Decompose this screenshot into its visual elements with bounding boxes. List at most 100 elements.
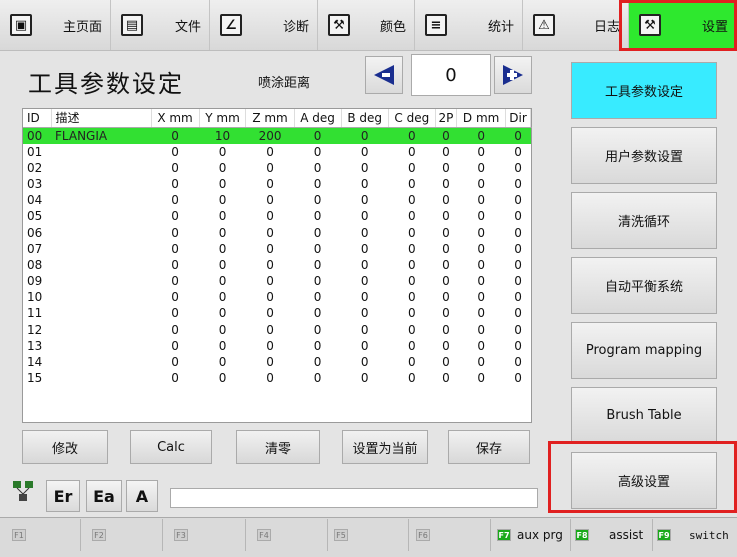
- table-cell: 0: [442, 290, 450, 305]
- table-cell: 0: [514, 290, 522, 305]
- table-cell: 0: [218, 371, 227, 386]
- table-cell: 0: [266, 257, 274, 272]
- fkey-f5[interactable]: F5: [334, 524, 348, 546]
- table-row[interactable]: 01 0 0 0 0 0 0 0 0 0: [23, 144, 531, 160]
- table-cell: 05: [27, 209, 43, 224]
- nav-stats[interactable]: ≡ 统计: [415, 0, 523, 50]
- table-cell: 0: [266, 306, 274, 321]
- table-cell: [51, 305, 151, 321]
- table-row[interactable]: 09 0 0 0 0 0 0 0 0 0: [23, 273, 531, 289]
- nav-color[interactable]: ⚒ 颜色: [318, 0, 415, 50]
- fkey-f8[interactable]: F8 assist: [575, 524, 643, 546]
- fkey-f4[interactable]: F4: [257, 524, 271, 546]
- table-cell: 08: [27, 257, 43, 272]
- table-cell: 0: [442, 193, 450, 208]
- table-cell: 0: [408, 160, 416, 175]
- stats-icon: ≡: [425, 14, 447, 36]
- side-wash-cycle[interactable]: 清洗循环: [571, 192, 717, 249]
- table-cell: 0: [360, 355, 369, 370]
- table-cell: 0: [266, 176, 274, 191]
- clear-button[interactable]: 清零: [236, 430, 320, 464]
- table-cell: 0: [266, 225, 274, 240]
- table-cell: [51, 370, 151, 386]
- table-cell: 0: [442, 144, 450, 159]
- calc-button[interactable]: Calc: [130, 430, 212, 464]
- fkey-f7[interactable]: F7 aux prg: [497, 524, 563, 546]
- table-row[interactable]: 13 0 0 0 0 0 0 0 0 0: [23, 338, 531, 354]
- command-input[interactable]: [170, 488, 538, 508]
- next-button[interactable]: [494, 56, 532, 94]
- side-program-mapping[interactable]: Program mapping: [571, 322, 717, 379]
- table-cell: 0: [442, 306, 450, 321]
- table-row[interactable]: 06 0 0 0 0 0 0 0 0 0: [23, 224, 531, 240]
- f5-key-icon: F5: [334, 529, 348, 541]
- table-cell: 0: [442, 225, 450, 240]
- side-tool-params[interactable]: 工具参数设定: [571, 62, 717, 119]
- table-row[interactable]: 14 0 0 0 0 0 0 0 0 0: [23, 354, 531, 370]
- table-cell: 0: [171, 338, 179, 353]
- spray-distance-value[interactable]: 0: [411, 54, 491, 96]
- table-row[interactable]: 04 0 0 0 0 0 0 0 0 0: [23, 192, 531, 208]
- table-cell: 0: [218, 241, 227, 256]
- table-cell: 0: [514, 160, 522, 175]
- table-row[interactable]: 11 0 0 0 0 0 0 0 0 0: [23, 305, 531, 321]
- side-auto-balance[interactable]: 自动平衡系统: [571, 257, 717, 314]
- nav-diagnose[interactable]: ∠ 诊断: [210, 0, 318, 50]
- table-cell: [51, 176, 151, 192]
- table-row[interactable]: 00 FLANGIA 0 10 200 0 0 0 0 0 0: [23, 127, 531, 144]
- table-cell: 0: [218, 209, 227, 224]
- fkey-f3[interactable]: F3: [174, 524, 188, 546]
- table-cell: 0: [266, 290, 274, 305]
- table-cell: 0: [408, 144, 416, 159]
- table-row[interactable]: 08 0 0 0 0 0 0 0 0 0: [23, 257, 531, 273]
- fkey-f9[interactable]: F9 switch: [657, 524, 729, 546]
- col-header-spacer: [530, 109, 531, 128]
- table-cell: [51, 289, 151, 305]
- ea-button[interactable]: Ea: [86, 480, 122, 512]
- table-cell: 0: [218, 306, 227, 321]
- table-cell: 14: [27, 355, 43, 370]
- table-cell: [51, 257, 151, 273]
- table-cell: 0: [477, 225, 485, 240]
- table-row[interactable]: 07 0 0 0 0 0 0 0 0 0: [23, 241, 531, 257]
- fkey-f2[interactable]: F2: [92, 524, 106, 546]
- table-cell: 0: [360, 306, 369, 321]
- table-row[interactable]: 05 0 0 0 0 0 0 0 0 0: [23, 208, 531, 224]
- fkey-f1[interactable]: F1: [12, 524, 26, 546]
- table-row[interactable]: 10 0 0 0 0 0 0 0 0 0: [23, 289, 531, 305]
- table-cell-spacer: [530, 289, 531, 305]
- table-cell: 0: [408, 338, 416, 353]
- table-header: ID 描述 X mm Y mm Z mm A deg B deg C deg 2…: [23, 109, 531, 128]
- network-icon[interactable]: [10, 478, 36, 504]
- warning-icon: ⚠: [533, 14, 555, 36]
- table-cell: 0: [360, 274, 369, 289]
- table-row[interactable]: 15 0 0 0 0 0 0 0 0 0: [23, 370, 531, 386]
- table-cell: 0: [477, 306, 485, 321]
- a-button[interactable]: A: [126, 480, 158, 512]
- er-button[interactable]: Er: [46, 480, 80, 512]
- nav-file[interactable]: ▤ 文件: [111, 0, 210, 50]
- table-cell-spacer: [530, 305, 531, 321]
- col-header: Z mm: [245, 109, 295, 128]
- table-row[interactable]: 03 0 0 0 0 0 0 0 0 0: [23, 176, 531, 192]
- table-cell: 04: [27, 193, 43, 208]
- side-user-params[interactable]: 用户参数设置: [571, 127, 717, 184]
- table-cell: 0: [218, 193, 227, 208]
- table-cell: [51, 322, 151, 338]
- table-row[interactable]: 02 0 0 0 0 0 0 0 0 0: [23, 160, 531, 176]
- set-current-button[interactable]: 设置为当前: [342, 430, 428, 464]
- side-brush-table[interactable]: Brush Table: [571, 387, 717, 444]
- prev-button[interactable]: [365, 56, 403, 94]
- f9-key-icon: F9: [657, 529, 671, 541]
- table-cell: 07: [27, 241, 43, 256]
- modify-button[interactable]: 修改: [22, 430, 108, 464]
- table-cell: 0: [266, 338, 274, 353]
- save-button[interactable]: 保存: [448, 430, 530, 464]
- fkey-f6[interactable]: F6: [416, 524, 430, 546]
- table-cell: 0: [408, 241, 416, 256]
- nav-log[interactable]: ⚠ 日志: [523, 0, 629, 50]
- nav-home[interactable]: ▣ 主页面: [0, 0, 111, 50]
- table-cell: 0: [408, 225, 416, 240]
- table-row[interactable]: 12 0 0 0 0 0 0 0 0 0: [23, 322, 531, 338]
- table-cell: 13: [27, 338, 43, 353]
